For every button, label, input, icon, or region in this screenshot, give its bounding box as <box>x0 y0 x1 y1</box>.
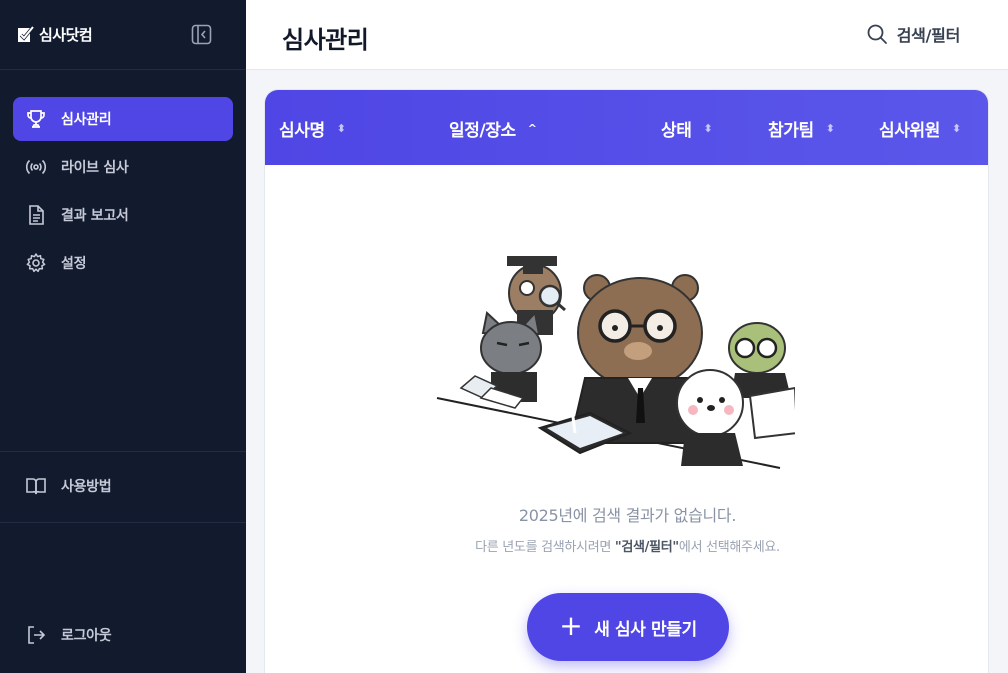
column-label: 참가팀 <box>768 121 814 141</box>
column-label: 심사명 <box>279 121 325 141</box>
sidebar-divider <box>0 451 246 452</box>
column-label: 상태 <box>661 121 692 141</box>
sort-icon: ⬍ <box>825 122 835 135</box>
create-review-label: 새 심사 만들기 <box>594 619 697 640</box>
document-icon <box>29 205 44 225</box>
nav-item-live-review[interactable]: 라이브 심사 <box>13 145 233 189</box>
search-icon <box>867 24 887 44</box>
brand-name: 심사닷컴 <box>39 26 93 44</box>
brand-row: 심사닷컴 <box>0 0 246 70</box>
column-label: 심사위원 <box>879 121 940 141</box>
empty-sub-text: 에서 선택해주세요. <box>678 540 780 555</box>
plus-icon: + <box>559 608 583 642</box>
page-title: 심사관리 <box>282 26 369 54</box>
logout-button[interactable]: 로그아웃 <box>13 613 233 657</box>
main-nav: 심사관리 라이브 심사 결과 보고서 설정 <box>13 97 233 289</box>
nav-label: 사용방법 <box>61 479 112 495</box>
column-header-judges[interactable]: 심사위원 ⬍ <box>879 116 961 141</box>
sort-icon: ⬍ <box>951 122 961 135</box>
dog-character <box>676 369 744 466</box>
nav-item-result-report[interactable]: 결과 보고서 <box>13 193 233 237</box>
search-filter-button[interactable]: 검색/필터 <box>866 22 960 46</box>
create-review-button[interactable]: + 새 심사 만들기 <box>527 593 729 661</box>
gear-icon <box>26 253 46 273</box>
sort-icon: ⬍ <box>703 122 713 135</box>
empty-state-subtitle: 다른 년도를 검색하시려면 "검색/필터"에서 선택해주세요. <box>265 536 988 555</box>
broadcast-icon <box>25 159 47 175</box>
logout-section: 로그아웃 <box>13 613 233 661</box>
column-header-schedule[interactable]: 일정/장소 ^ <box>449 116 537 141</box>
collapse-icon <box>191 24 212 45</box>
nav-label: 로그아웃 <box>61 628 112 644</box>
help-section: 사용방법 <box>13 464 233 512</box>
nav-item-review-management[interactable]: 심사관리 <box>13 97 233 141</box>
top-header: 심사관리 검색/필터 <box>246 0 1008 70</box>
empty-state-illustration <box>436 256 795 469</box>
nav-item-settings[interactable]: 설정 <box>13 241 233 285</box>
sort-ascending-icon: ^ <box>527 122 537 135</box>
sort-icon: ⬍ <box>336 122 346 135</box>
review-table-card: 심사명 ⬍ 일정/장소 ^ 상태 ⬍ 참가팀 ⬍ 심사위원 ⬍ 2025년에 검… <box>264 89 989 673</box>
cat-character <box>459 310 542 409</box>
table-header: 심사명 ⬍ 일정/장소 ^ 상태 ⬍ 참가팀 ⬍ 심사위원 ⬍ <box>265 90 988 165</box>
logout-icon <box>28 626 46 644</box>
column-header-teams[interactable]: 참가팀 ⬍ <box>768 116 835 141</box>
nav-label: 라이브 심사 <box>61 160 129 176</box>
trophy-icon <box>27 110 45 128</box>
empty-state-title: 2025년에 검색 결과가 없습니다. <box>518 506 737 525</box>
sidebar: 심사닷컴 심사관리 라이브 심사 결과 보고서 설정 사용방법 로그아웃 <box>0 0 246 673</box>
search-filter-label: 검색/필터 <box>896 26 961 45</box>
empty-sub-highlight: "검색/필터" <box>614 540 679 555</box>
nav-label: 결과 보고서 <box>61 208 129 224</box>
book-icon <box>26 478 46 495</box>
nav-label: 심사관리 <box>61 112 112 128</box>
brand-logo[interactable]: 심사닷컴 <box>16 24 93 46</box>
checkbox-logo-icon <box>18 25 35 42</box>
nav-item-how-to-use[interactable]: 사용방법 <box>13 464 233 508</box>
collapse-sidebar-button[interactable] <box>191 24 212 45</box>
empty-sub-text: 다른 년도를 검색하시려면 <box>475 540 615 555</box>
column-label: 일정/장소 <box>449 121 516 141</box>
column-header-status[interactable]: 상태 ⬍ <box>661 116 713 141</box>
sidebar-divider <box>0 522 246 523</box>
nav-label: 설정 <box>61 256 87 272</box>
column-header-name[interactable]: 심사명 ⬍ <box>279 116 346 141</box>
